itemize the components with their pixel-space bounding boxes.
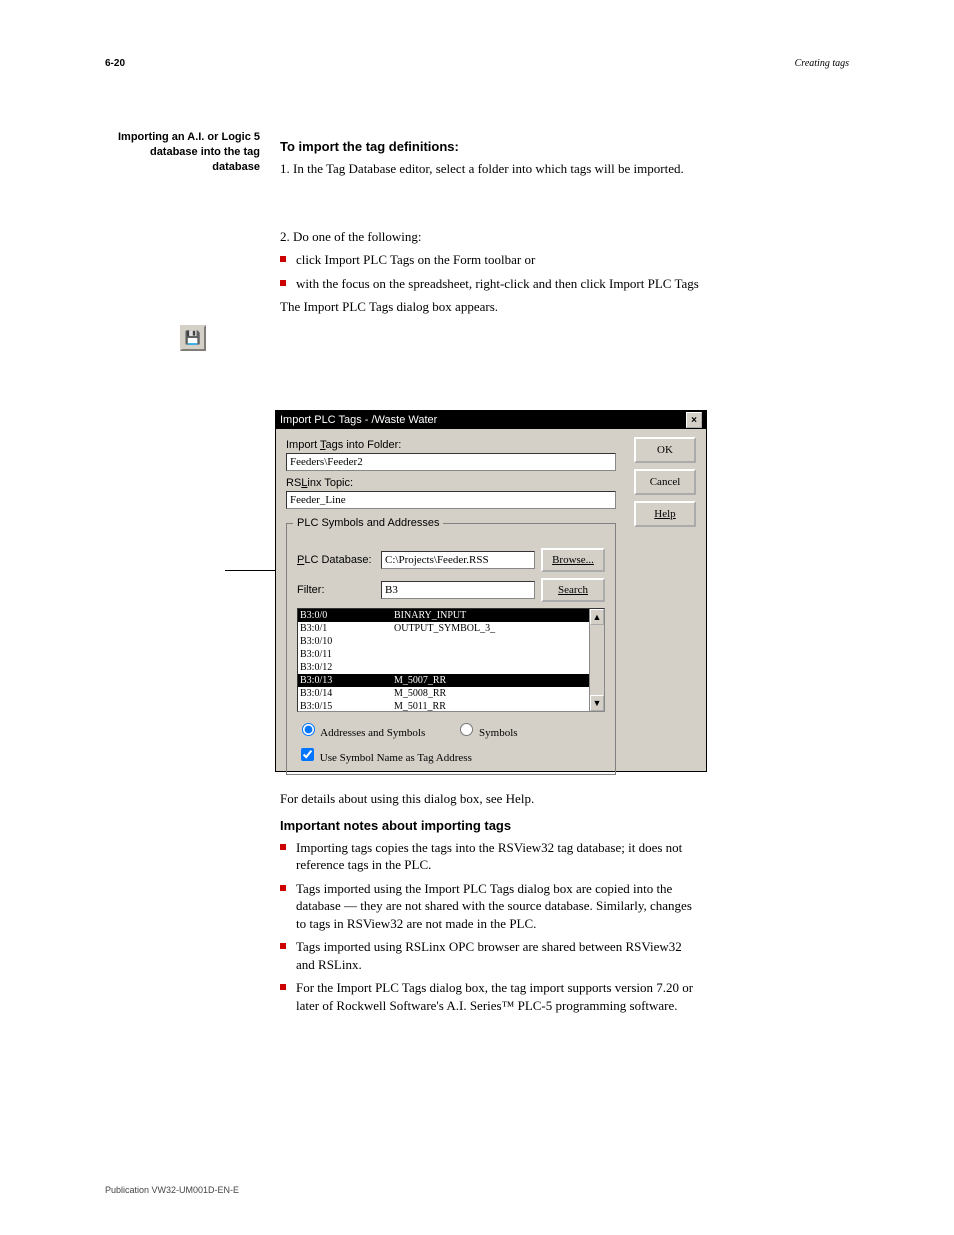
bullet-icon bbox=[280, 256, 286, 262]
scroll-up-icon[interactable]: ▲ bbox=[590, 609, 604, 625]
plc-database-field[interactable] bbox=[381, 551, 535, 569]
bullet-icon bbox=[280, 885, 286, 891]
bullet-icon bbox=[280, 280, 286, 286]
page-number: 6-20 bbox=[105, 58, 125, 69]
checkbox-use-symbol-name[interactable]: Use Symbol Name as Tag Address bbox=[297, 745, 472, 764]
section-title: Importing an A.I. or Logic 5 database in… bbox=[100, 130, 260, 175]
step-2: 2. Do one of the following: bbox=[280, 228, 700, 246]
filter-label: Filter: bbox=[297, 584, 375, 596]
help-button[interactable]: Help bbox=[634, 501, 696, 527]
bullet-icon bbox=[280, 844, 286, 850]
note-b4: For the Import PLC Tags dialog box, the … bbox=[296, 979, 700, 1014]
list-item[interactable]: B3:0/15M_5011_RR bbox=[298, 700, 604, 712]
radio-symbols[interactable]: Symbols bbox=[455, 720, 517, 739]
cancel-button[interactable]: Cancel bbox=[634, 469, 696, 495]
list-item[interactable]: B3:0/13M_5007_RR bbox=[298, 674, 604, 687]
groupbox-legend: PLC Symbols and Addresses bbox=[293, 517, 443, 529]
bullet-icon bbox=[280, 943, 286, 949]
scroll-down-icon[interactable]: ▼ bbox=[590, 695, 604, 711]
list-item[interactable]: B3:0/10 bbox=[298, 635, 604, 648]
close-icon[interactable]: × bbox=[686, 412, 702, 428]
intro-title: To import the tag definitions: bbox=[280, 139, 700, 154]
important-notes-title: Important notes about importing tags bbox=[280, 818, 700, 833]
running-head: Creating tags bbox=[795, 58, 849, 69]
list-item[interactable]: B3:0/11 bbox=[298, 648, 604, 661]
after-para: For details about using this dialog box,… bbox=[280, 790, 700, 808]
bullet-2: with the focus on the spreadsheet, right… bbox=[296, 275, 700, 293]
import-folder-label: Import Tags into Folder: bbox=[286, 439, 616, 451]
publication-footer: Publication VW32-UM001D-EN-E bbox=[105, 1185, 239, 1195]
note-b1: Importing tags copies the tags into the … bbox=[296, 839, 700, 874]
ok-button[interactable]: OK bbox=[634, 437, 696, 463]
scrollbar[interactable]: ▲ ▼ bbox=[589, 609, 604, 711]
list-item[interactable]: B3:0/14M_5008_RR bbox=[298, 687, 604, 700]
import-plc-tags-dialog: Import PLC Tags - /Waste Water × OK Canc… bbox=[275, 410, 707, 772]
import-folder-field[interactable] bbox=[286, 453, 616, 471]
step-1: 1. In the Tag Database editor, select a … bbox=[280, 160, 700, 178]
intro-after: The Import PLC Tags dialog box appears. bbox=[280, 298, 700, 316]
bullet-1: click Import PLC Tags on the Form toolba… bbox=[296, 251, 700, 269]
bullet-icon bbox=[280, 984, 286, 990]
dialog-title: Import PLC Tags - /Waste Water bbox=[280, 414, 437, 426]
address-listbox[interactable]: B3:0/0BINARY_INPUTB3:0/1OUTPUT_SYMBOL_3_… bbox=[297, 608, 605, 712]
note-b3: Tags imported using RSLinx OPC browser a… bbox=[296, 938, 700, 973]
list-item[interactable]: B3:0/1OUTPUT_SYMBOL_3_ bbox=[298, 622, 604, 635]
dialog-titlebar[interactable]: Import PLC Tags - /Waste Water × bbox=[276, 411, 706, 429]
search-button[interactable]: Search bbox=[541, 578, 605, 602]
disk-icon: 💾 bbox=[180, 325, 206, 351]
radio-addresses-and-symbols[interactable]: Addresses and Symbols bbox=[297, 720, 425, 739]
note-b2: Tags imported using the Import PLC Tags … bbox=[296, 880, 700, 933]
plc-database-label: PLC Database: bbox=[297, 554, 375, 566]
list-item[interactable]: B3:0/0BINARY_INPUT bbox=[298, 609, 604, 622]
list-item[interactable]: B3:0/12 bbox=[298, 661, 604, 674]
filter-field[interactable] bbox=[381, 581, 535, 599]
plc-symbols-groupbox: PLC Symbols and Addresses PLC Database: … bbox=[286, 523, 616, 775]
rslinx-topic-field[interactable] bbox=[286, 491, 616, 509]
browse-button[interactable]: Browse... bbox=[541, 548, 605, 572]
rslinx-label: RSLinx Topic: bbox=[286, 477, 616, 489]
